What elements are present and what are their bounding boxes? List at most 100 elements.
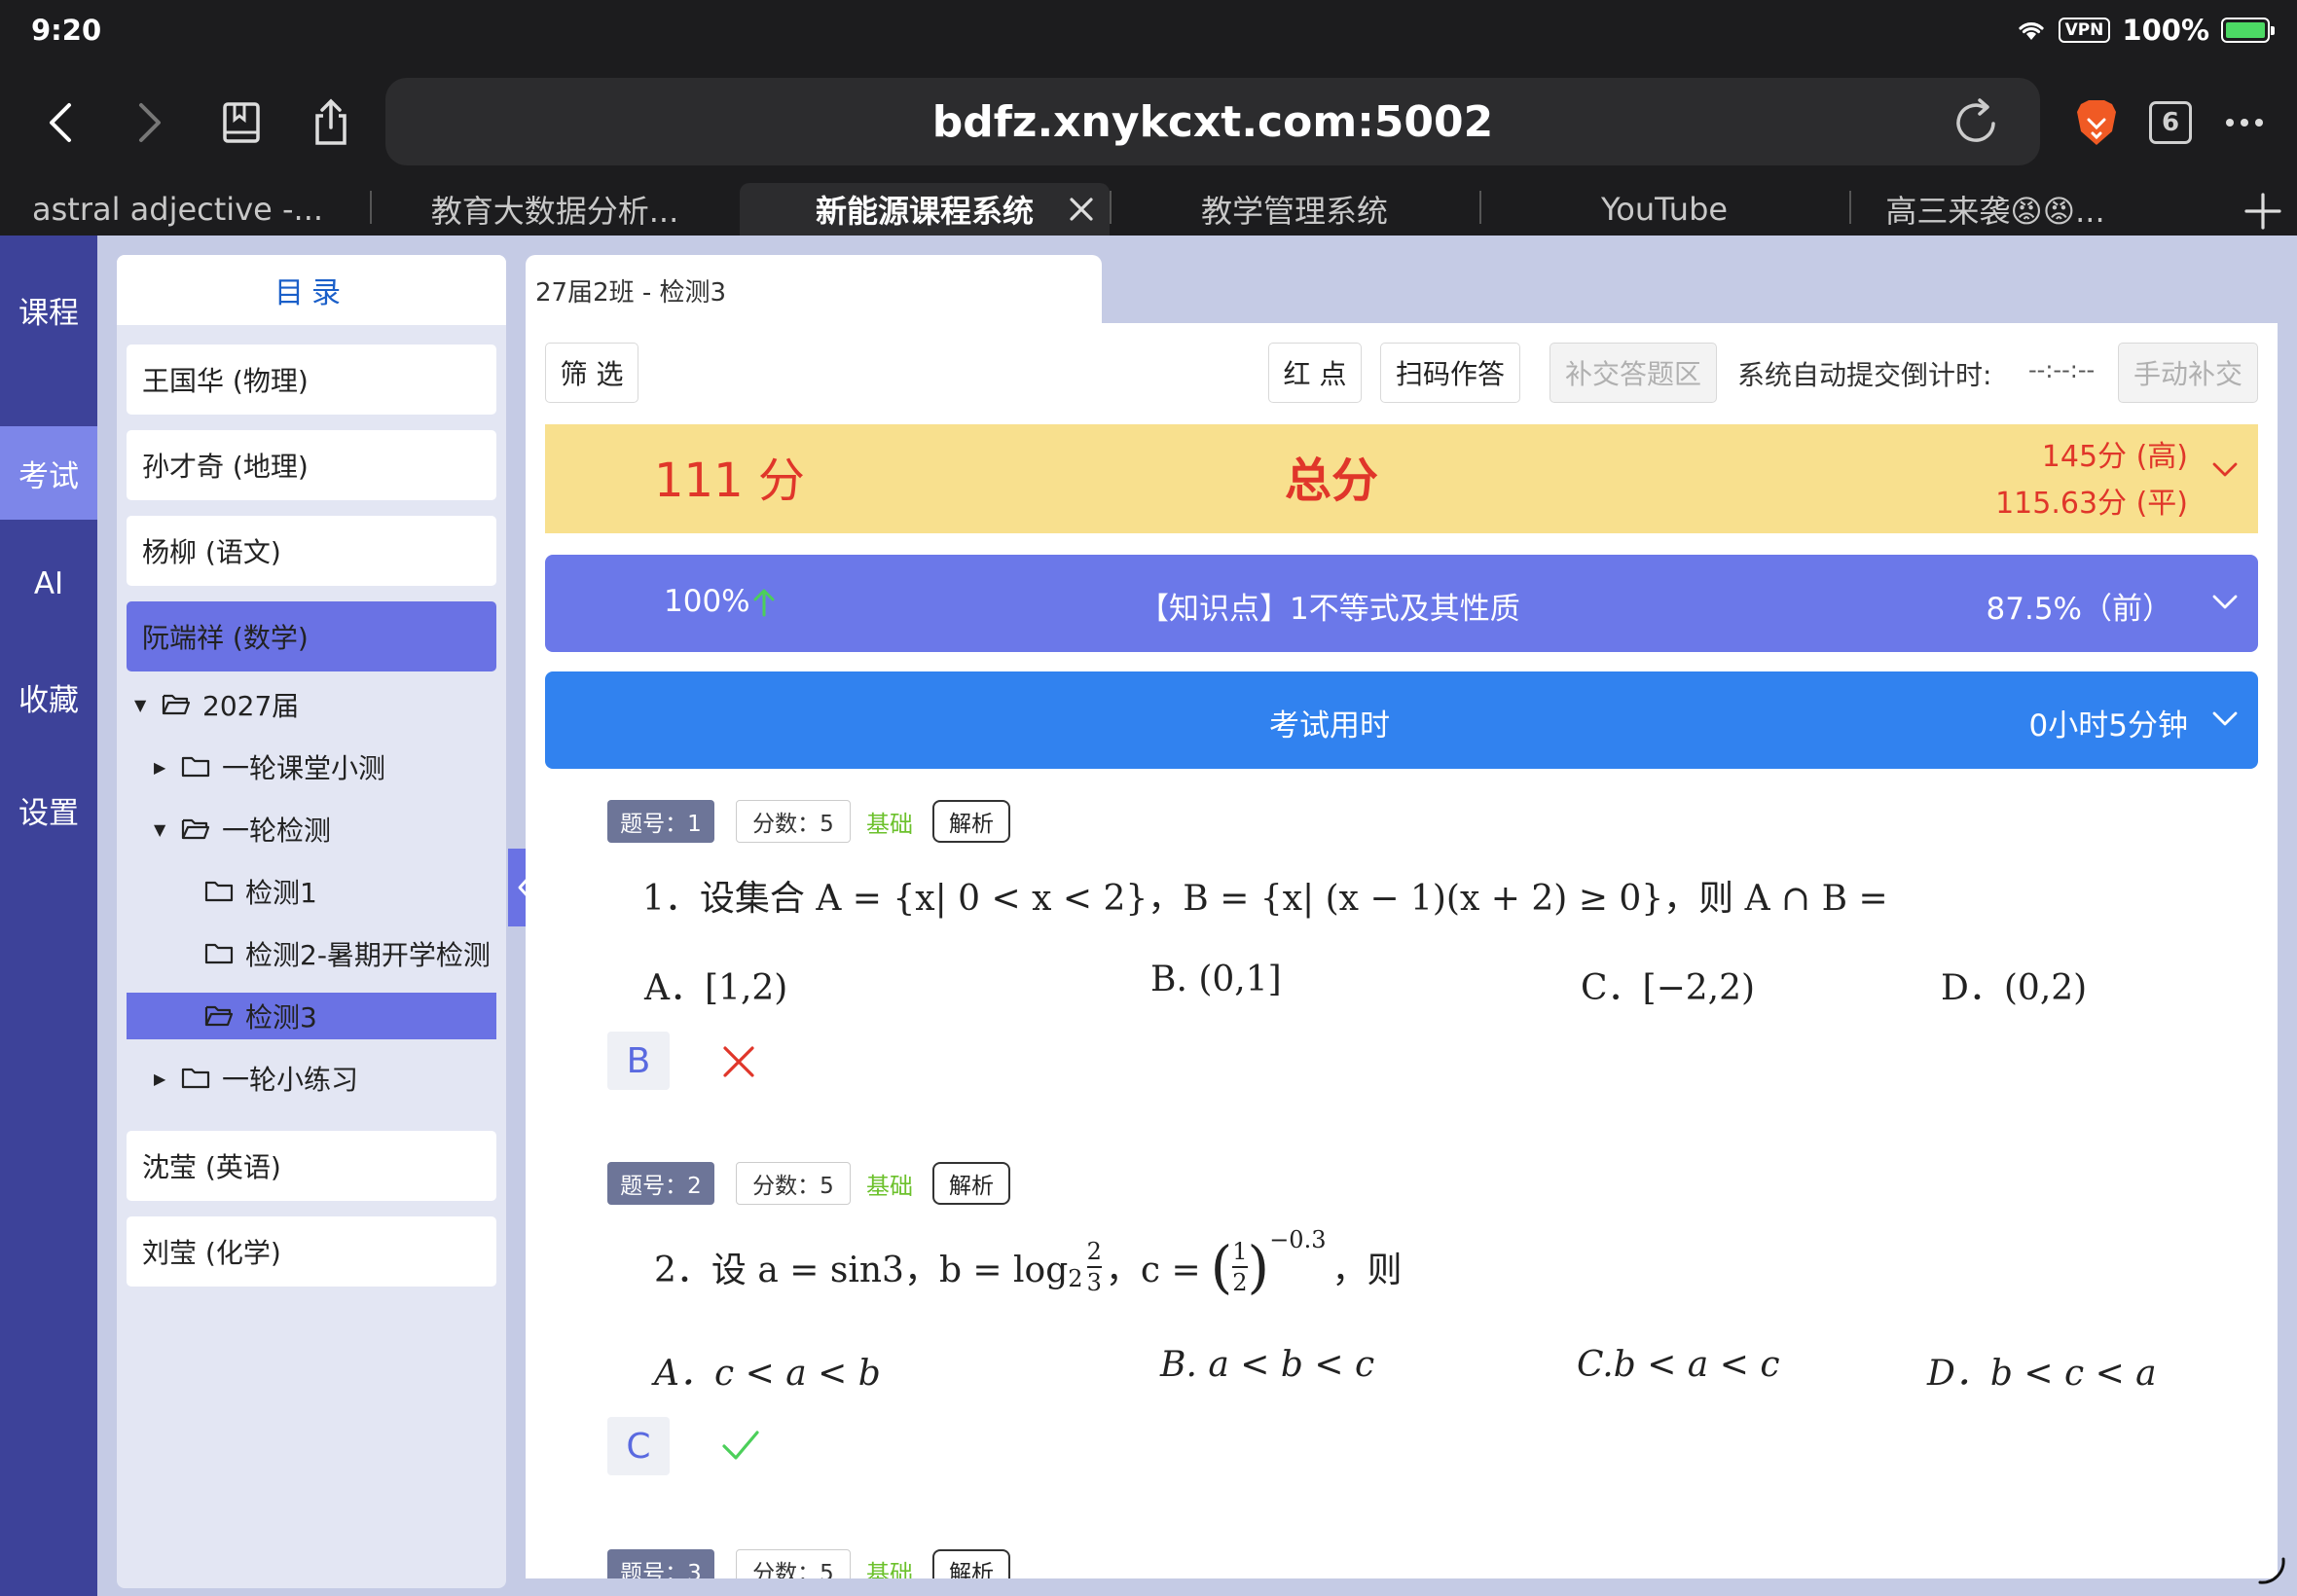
knowledge-title: 【知识点】1不等式及其性质	[1139, 592, 1520, 627]
tree-node-2027[interactable]: ▼ 2027届	[134, 681, 299, 728]
question-stem: 1．设集合 A = {x| 0 < x < 2}，B = {x| (x − 1)…	[642, 879, 1888, 919]
analysis-button[interactable]: 解析	[932, 1549, 1010, 1578]
score-high: 145分 (高)	[2041, 440, 2188, 474]
question-score-tag: 分数：5	[736, 1549, 851, 1578]
red-dot-button[interactable]: 红 点	[1268, 343, 1362, 403]
tree-node-test1[interactable]: 检测1	[204, 868, 317, 915]
question-number-tag: 题号：2	[607, 1162, 714, 1205]
chevron-right-icon	[139, 103, 161, 142]
tree-node-test3-selected[interactable]: 检测3	[127, 993, 496, 1039]
folder-open-icon	[162, 694, 191, 715]
question-score-tag: 分数：5	[736, 800, 851, 843]
nav-item-settings[interactable]: 设置	[0, 763, 97, 856]
forward-button[interactable]	[123, 95, 177, 150]
reload-icon[interactable]	[1951, 94, 2001, 149]
option-c: C．[−2,2)	[1581, 968, 1756, 1008]
folder-icon	[181, 1068, 210, 1089]
share-icon	[315, 98, 346, 145]
scan-answer-button[interactable]: 扫码作答	[1380, 343, 1520, 403]
browser-tab-active[interactable]: 新能源课程系统	[740, 183, 1110, 236]
question-stem: 2．设 a = sin3，b = log 2 2 3 ，c = ( 1 2 ) …	[654, 1226, 1403, 1300]
tree-node-practice[interactable]: ▶ 一轮小练习	[154, 1055, 358, 1102]
chevron-down-icon[interactable]	[2211, 594, 2239, 611]
manual-submit-button[interactable]: 手动补交	[2118, 343, 2258, 403]
browser-toolbar: bdfz.xnykcxt.com:5002 6	[0, 62, 2297, 183]
tree-node-test2[interactable]: 检测2-暑期开学检测	[204, 930, 491, 977]
exam-time-value: 0小时5分钟	[2028, 708, 2188, 744]
analysis-button[interactable]: 解析	[932, 800, 1010, 843]
folder-icon	[204, 881, 234, 902]
score-value: 111 分	[654, 453, 805, 508]
tree-node-tests[interactable]: ▼ 一轮检测	[154, 806, 331, 852]
browser-tab[interactable]: 教育大数据分析...	[370, 183, 740, 236]
brave-shield-button[interactable]	[2069, 95, 2124, 150]
folder-open-icon	[204, 1005, 234, 1027]
resize-handle-icon	[2258, 1557, 2285, 1584]
vpn-badge: VPN	[2058, 18, 2111, 43]
knowledge-point-bar[interactable]: 100% 【知识点】1不等式及其性质 87.5%（前）	[545, 555, 2258, 652]
chevron-left-icon	[50, 103, 71, 142]
nav-item-courses[interactable]: 课程	[0, 263, 97, 356]
question-level-tag: 基础	[866, 1559, 913, 1579]
address-bar[interactable]: bdfz.xnykcxt.com:5002	[385, 78, 2040, 165]
bookmarks-button[interactable]	[214, 95, 269, 150]
student-answer: B	[607, 1032, 670, 1090]
nav-item-ai[interactable]: AI	[0, 537, 97, 631]
teacher-item[interactable]: 刘莹 (化学)	[127, 1216, 496, 1287]
web-page: 课程 考试 AI 收藏 设置 目录 王国华 (物理) 孙才奇 (地理) 杨柳 (…	[0, 236, 2297, 1596]
score-label: 总分	[1285, 453, 1379, 508]
question-number-tag: 题号：3	[607, 1549, 714, 1578]
tab-count: 6	[2149, 101, 2192, 144]
close-icon[interactable]	[1065, 193, 1098, 226]
share-button[interactable]	[304, 95, 358, 150]
total-score-bar[interactable]: 111 分 总分 145分 (高) 115.63分 (平)	[545, 424, 2258, 533]
folder-icon	[204, 943, 234, 964]
score-average: 115.63分 (平)	[1995, 487, 2188, 521]
tree-node-quiz[interactable]: ▶ 一轮课堂小测	[154, 744, 385, 790]
folder-icon	[181, 756, 210, 778]
correct-check-icon	[722, 1431, 759, 1460]
teacher-item[interactable]: 孙才奇 (地理)	[127, 430, 496, 500]
countdown-label: 系统自动提交倒计时:	[1737, 359, 1992, 391]
option-a: A．c < a < b	[654, 1354, 881, 1394]
more-dots-icon	[2226, 119, 2263, 127]
arrow-up-icon	[753, 589, 775, 617]
option-a: A．[1,2)	[644, 968, 788, 1008]
wrong-cross-icon	[723, 1046, 754, 1077]
teacher-item[interactable]: 沈莹 (英语)	[127, 1131, 496, 1201]
nav-item-favorites[interactable]: 收藏	[0, 650, 97, 744]
browser-tab[interactable]: 高三来袭😡😡...	[1849, 183, 2141, 236]
filter-button[interactable]: 筛 选	[545, 343, 638, 403]
knowledge-rank: 87.5%（前）	[1986, 592, 2172, 627]
option-c: C.b < a < c	[1577, 1345, 1780, 1385]
browser-tab[interactable]: YouTube	[1479, 183, 1849, 236]
nav-item-exams[interactable]: 考试	[0, 426, 97, 520]
browser-tab[interactable]: 教学管理系统	[1110, 183, 1479, 236]
exam-time-label: 考试用时	[1269, 708, 1390, 744]
question-3-header: 题号：3 分数：5 基础 解析	[526, 1549, 2278, 1578]
bookmark-book-icon	[223, 102, 260, 143]
directory-panel: 目录 王国华 (物理) 孙才奇 (地理) 杨柳 (语文) 阮端祥 (数学) ▼ …	[117, 255, 506, 1588]
teacher-item[interactable]: 王国华 (物理)	[127, 345, 496, 415]
back-button[interactable]	[33, 95, 88, 150]
teacher-item[interactable]: 杨柳 (语文)	[127, 516, 496, 586]
browser-tab[interactable]: astral adjective -...	[0, 183, 370, 236]
main-nav: 课程 考试 AI 收藏 设置	[0, 236, 97, 1596]
countdown-value: --:--:--	[2028, 356, 2096, 383]
option-d: D．b < c < a	[1927, 1354, 2157, 1394]
tab-switcher-button[interactable]: 6	[2143, 95, 2198, 150]
url-text: bdfz.xnykcxt.com:5002	[931, 96, 1494, 147]
exam-time-bar[interactable]: 考试用时 0小时5分钟	[545, 671, 2258, 769]
makeup-area-button[interactable]: 补交答题区	[1550, 343, 1717, 403]
teacher-item-active[interactable]: 阮端祥 (数学)	[127, 601, 496, 671]
folder-open-icon	[181, 818, 210, 840]
analysis-button[interactable]: 解析	[932, 1162, 1010, 1205]
question-level-tag: 基础	[866, 1172, 913, 1200]
content-tab[interactable]: 27届2班 - 检测3	[526, 255, 1102, 325]
chevron-down-icon[interactable]	[2211, 710, 2239, 728]
chevron-down-icon[interactable]	[2211, 461, 2239, 479]
student-answer: C	[607, 1417, 670, 1475]
more-menu-button[interactable]	[2217, 95, 2272, 150]
new-tab-plus-icon[interactable]	[2241, 189, 2285, 234]
battery-percent: 100%	[2122, 14, 2209, 47]
